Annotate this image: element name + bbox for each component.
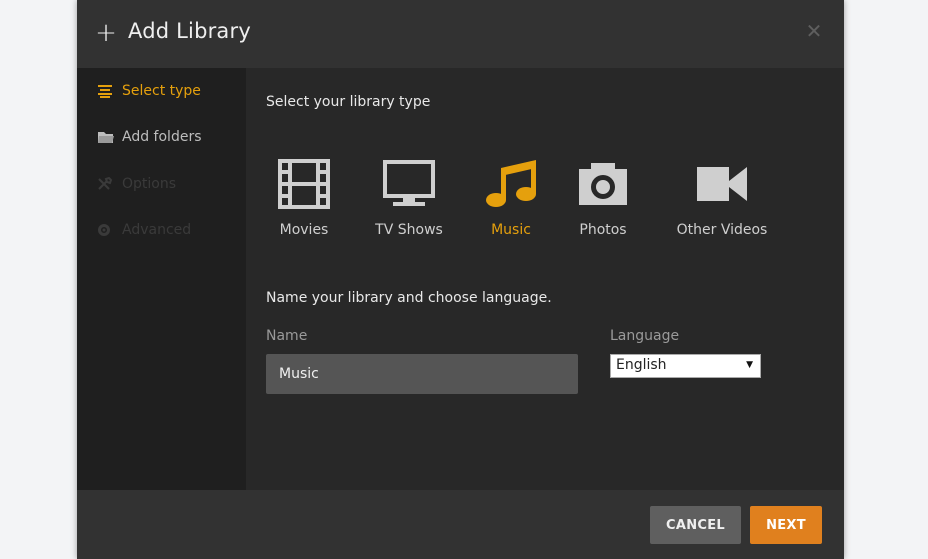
sidebar-item-label: Advanced (122, 222, 192, 238)
add-library-dialog: + Add Library ✕ Select type Add folders … (77, 0, 844, 559)
type-label: Music (491, 222, 531, 238)
language-select[interactable]: English ▼ (610, 354, 761, 378)
gear-icon (97, 223, 115, 237)
film-icon (278, 156, 330, 212)
plus-icon: + (95, 18, 117, 48)
folder-icon (97, 130, 115, 144)
wizard-steps-sidebar: Select type Add folders Options Advanced (77, 68, 246, 490)
next-button[interactable]: NEXT (750, 506, 822, 544)
caret-down-icon: ▼ (746, 360, 753, 370)
type-tv-shows[interactable]: TV Shows (374, 156, 444, 246)
language-label: Language (610, 328, 680, 344)
music-note-icon (482, 156, 540, 212)
dialog-title: Add Library (128, 19, 251, 43)
type-label: Other Videos (676, 222, 768, 238)
sidebar-item-label: Options (122, 176, 177, 192)
type-other-videos[interactable]: Other Videos (672, 156, 772, 246)
library-name-input[interactable] (266, 354, 578, 394)
name-heading: Name your library and choose language. (266, 290, 552, 306)
video-camera-icon (672, 156, 772, 212)
type-label: Movies (279, 222, 329, 238)
camera-icon (576, 156, 630, 212)
dialog-footer: CANCEL NEXT (77, 490, 844, 559)
wrench-icon (97, 176, 115, 191)
sidebar-item-add-folders[interactable]: Add folders (97, 126, 202, 148)
type-photos[interactable]: Photos (576, 156, 630, 246)
dialog-header: + Add Library ✕ (77, 0, 844, 68)
sidebar-item-select-type[interactable]: Select type (97, 80, 201, 102)
type-music[interactable]: Music (482, 156, 540, 246)
main-content: Select your library type Movies TV Shows… (246, 68, 844, 490)
type-label: Photos (579, 222, 627, 238)
tv-icon (374, 156, 444, 212)
library-type-list: Movies TV Shows Music Photos Other Video… (266, 156, 826, 246)
sidebar-item-label: Add folders (122, 129, 202, 145)
sidebar-item-label: Select type (122, 83, 201, 99)
cancel-button[interactable]: CANCEL (650, 506, 741, 544)
type-heading: Select your library type (266, 94, 431, 110)
list-icon (97, 84, 115, 98)
type-movies[interactable]: Movies (278, 156, 330, 246)
name-label: Name (266, 328, 308, 344)
sidebar-item-options: Options (97, 173, 176, 195)
close-icon[interactable]: ✕ (805, 21, 823, 41)
language-selected-value: English (616, 357, 667, 373)
sidebar-item-advanced: Advanced (97, 219, 191, 241)
type-label: TV Shows (375, 222, 443, 238)
